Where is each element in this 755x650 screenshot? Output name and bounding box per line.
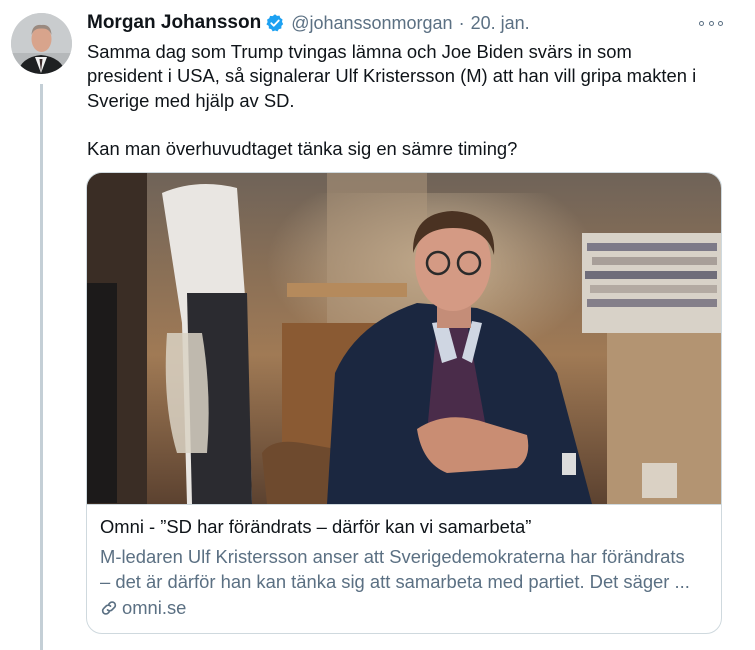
card-description-line: – det är därför han kan tänka sig att sa… [100, 570, 690, 592]
tweet-text: Samma dag som Trump tvingas lämna och Jo… [87, 40, 737, 162]
card-description-line: M-ledaren Ulf Kristersson anser att Sver… [100, 546, 685, 567]
card-domain: omni.se [122, 597, 187, 618]
tweet: Morgan Johansson @johanssonmorgan · 20. … [0, 0, 755, 650]
header-separator: · [458, 12, 465, 33]
card-image [87, 173, 721, 504]
verified-badge-icon [266, 14, 284, 32]
tweet-date[interactable]: 20. jan. [471, 13, 530, 34]
tweet-text-line: president i USA, så signalerar Ulf Krist… [87, 65, 697, 87]
card-divider [87, 504, 721, 505]
link-icon [101, 601, 117, 615]
author-avatar[interactable] [11, 13, 72, 74]
card-description: M-ledaren Ulf Kristersson anser att Sver… [100, 545, 708, 594]
tweet-text-line: Samma dag som Trump tvingas lämna och Jo… [87, 41, 632, 62]
thread-line [40, 84, 43, 650]
author-name[interactable]: Morgan Johansson [87, 12, 261, 34]
tweet-header: Morgan Johansson @johanssonmorgan · 20. … [87, 12, 530, 34]
card-title: Omni - ”SD har förändrats – därför kan v… [100, 516, 532, 537]
tweet-text-line: Sverige med hjälp av SD. [87, 89, 295, 111]
card-source: omni.se [100, 597, 186, 619]
more-options-icon[interactable] [699, 15, 723, 31]
tweet-text-line: Kan man överhuvudtaget tänka sig en sämr… [87, 138, 518, 160]
author-handle[interactable]: @johanssonmorgan [291, 13, 452, 34]
link-preview-card[interactable]: Omni - ”SD har förändrats – därför kan v… [86, 172, 722, 634]
